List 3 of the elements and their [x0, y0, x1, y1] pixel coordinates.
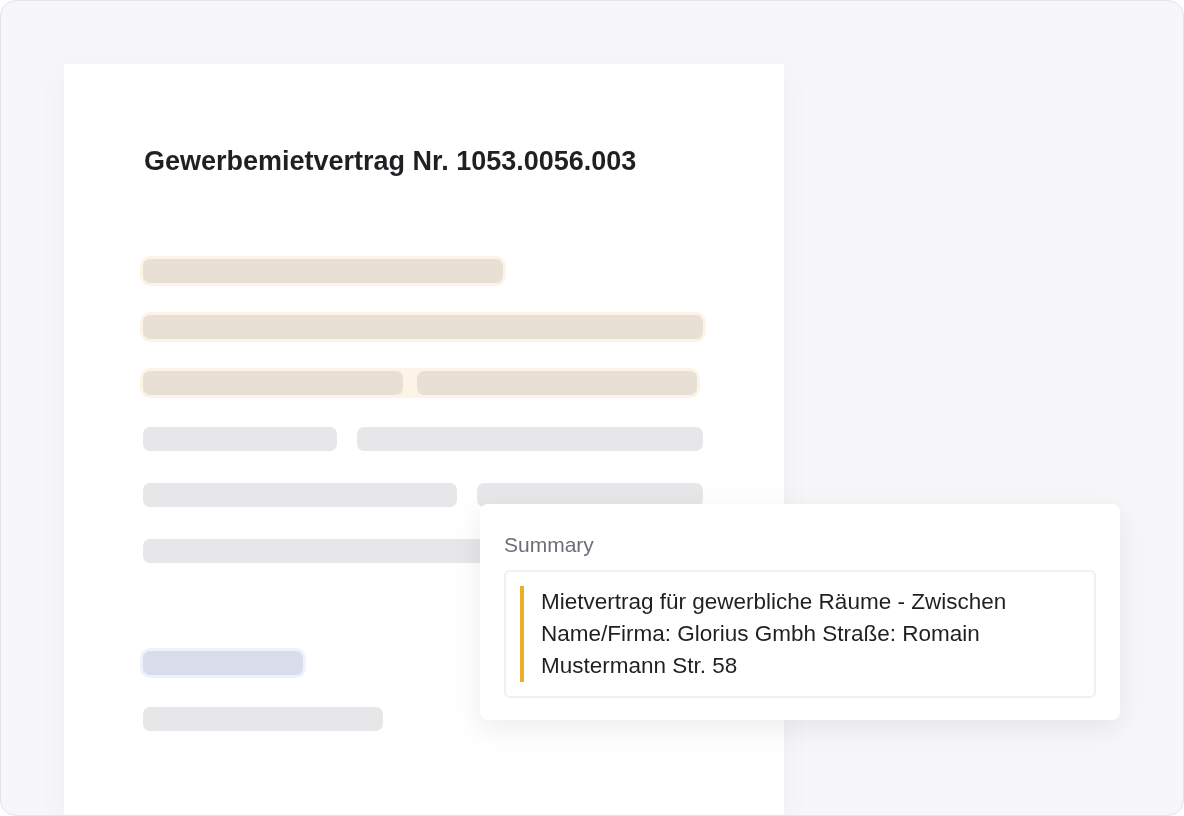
document-title: Gewerbemietvertrag Nr. 1053.0056.003	[144, 145, 637, 178]
summary-text: Mietvertrag für gewerbliche Räume - Zwischen Name/Firma: Glorius Gmbh Straße: Romain Mustermann Str. 58	[541, 588, 1008, 680]
summary-label: Summary	[504, 532, 594, 558]
